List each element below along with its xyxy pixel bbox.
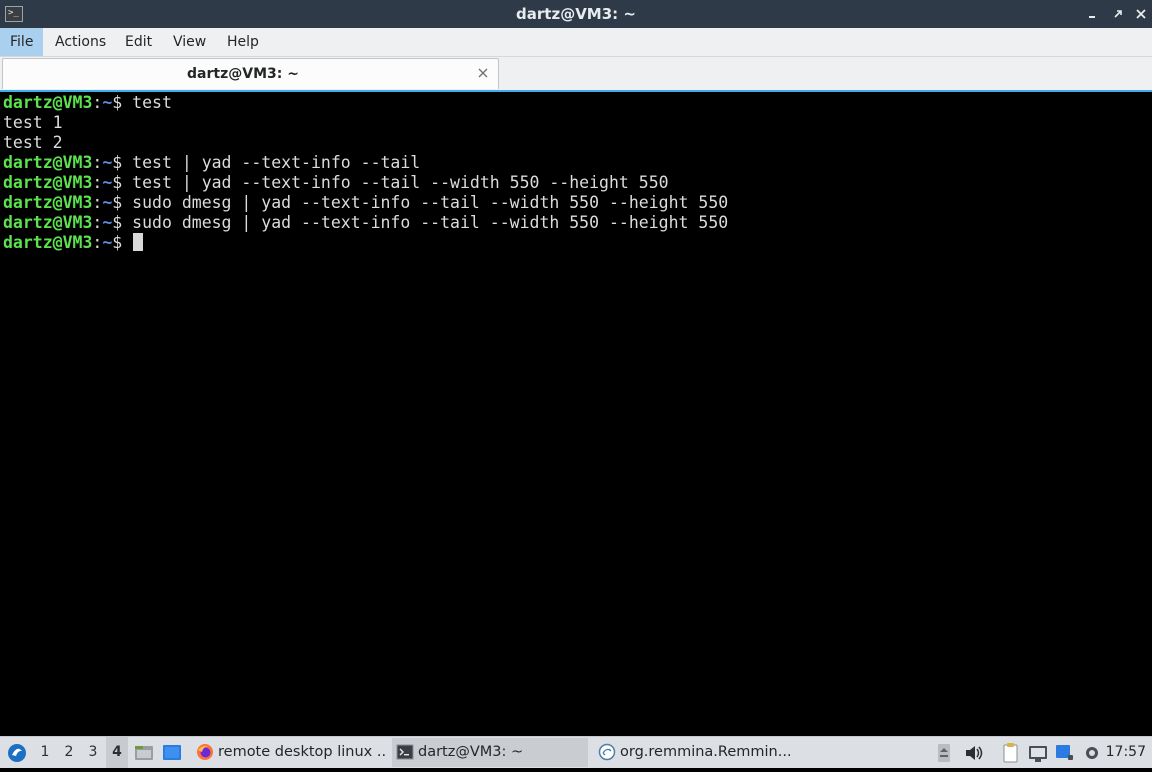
- terminal-command-line: dartz@VM3:~$: [3, 233, 144, 253]
- remmina-icon: [598, 743, 616, 761]
- prompt-separator: :: [92, 233, 103, 252]
- task-terminal[interactable]: dartz@VM3: ~: [392, 738, 588, 767]
- prompt-user: dartz@VM3: [3, 233, 93, 252]
- workspace-4[interactable]: 4: [106, 737, 128, 768]
- power-icon[interactable]: [1082, 737, 1102, 768]
- prompt-path: ~: [102, 213, 113, 232]
- close-window-icon[interactable]: [1133, 6, 1149, 22]
- window-title: dartz@VM3: ~: [516, 5, 636, 23]
- workspace-1[interactable]: 1: [34, 737, 56, 768]
- prompt-symbol: $: [112, 173, 133, 192]
- workspace-3[interactable]: 3: [82, 737, 104, 768]
- terminal-command-line: dartz@VM3:~$ sudo dmesg | yad --text-inf…: [3, 193, 728, 213]
- menu-actions[interactable]: Actions: [45, 28, 116, 56]
- prompt-separator: :: [92, 93, 103, 112]
- prompt-path: ~: [102, 93, 113, 112]
- prompt-user: dartz@VM3: [3, 173, 93, 192]
- file-manager-icon[interactable]: [132, 737, 156, 768]
- terminal-command-line: dartz@VM3:~$ sudo dmesg | yad --text-inf…: [3, 213, 728, 233]
- prompt-path: ~: [102, 153, 113, 172]
- network-icon[interactable]: [1026, 737, 1050, 768]
- prompt-user: dartz@VM3: [3, 93, 93, 112]
- prompt-symbol: $: [112, 153, 133, 172]
- task-remmina[interactable]: org.remmina.Remmin...: [594, 738, 790, 767]
- maximize-icon[interactable]: [1110, 6, 1126, 22]
- command-text: sudo dmesg | yad --text-info --tail --wi…: [132, 213, 729, 232]
- menu-view[interactable]: View: [163, 28, 216, 56]
- window-titlebar[interactable]: >_ dartz@VM3: ~: [0, 0, 1152, 28]
- prompt-symbol: $: [112, 233, 133, 252]
- workspace-2[interactable]: 2: [58, 737, 80, 768]
- command-text: test | yad --text-info --tail --width 55…: [132, 173, 669, 192]
- task-label: remote desktop linux ...: [218, 744, 386, 760]
- terminal-output-line: test 1: [3, 113, 63, 133]
- command-text: test: [132, 93, 172, 112]
- tab-terminal[interactable]: dartz@VM3: ~: [2, 58, 499, 89]
- task-firefox[interactable]: remote desktop linux ...: [192, 738, 386, 767]
- tray-up-arrow-icon[interactable]: [934, 737, 954, 768]
- prompt-path: ~: [102, 173, 113, 192]
- close-icon[interactable]: [476, 65, 490, 81]
- notification-icon[interactable]: [1052, 737, 1076, 768]
- prompt-user: dartz@VM3: [3, 193, 93, 212]
- prompt-separator: :: [92, 153, 103, 172]
- command-text: sudo dmesg | yad --text-info --tail --wi…: [132, 193, 729, 212]
- task-label: dartz@VM3: ~: [418, 744, 524, 760]
- menu-edit[interactable]: Edit: [115, 28, 162, 56]
- prompt-path: ~: [102, 233, 113, 252]
- volume-icon[interactable]: [962, 737, 986, 768]
- show-desktop-icon[interactable]: [160, 737, 184, 768]
- prompt-user: dartz@VM3: [3, 153, 93, 172]
- output-text: test 1: [3, 113, 63, 132]
- tab-label: dartz@VM3: ~: [187, 66, 299, 82]
- terminal-icon: [396, 744, 414, 760]
- minimize-icon[interactable]: [1084, 6, 1100, 22]
- taskbar: 1 2 3 4 remote desktop linux ... dartz@V…: [0, 736, 1152, 768]
- command-text: test | yad --text-info --tail: [132, 153, 421, 172]
- terminal-command-line: dartz@VM3:~$ test | yad --text-info --ta…: [3, 153, 420, 173]
- menu-bar: File Actions Edit View Help: [0, 28, 1152, 57]
- firefox-icon: [197, 744, 213, 760]
- prompt-separator: :: [92, 213, 103, 232]
- terminal-command-line: dartz@VM3:~$ test: [3, 93, 172, 113]
- tab-bar: dartz@VM3: ~: [0, 57, 1152, 91]
- menu-help[interactable]: Help: [217, 28, 269, 56]
- terminal-output-line: test 2: [3, 133, 63, 153]
- terminal-area[interactable]: dartz@VM3:~$ test test 1 test 2 dartz@VM3:~…: [0, 92, 1152, 736]
- prompt-symbol: $: [112, 93, 133, 112]
- prompt-user: dartz@VM3: [3, 213, 93, 232]
- prompt-path: ~: [102, 193, 113, 212]
- text-cursor: [133, 233, 144, 251]
- clipboard-icon[interactable]: [998, 737, 1022, 768]
- app-menu-icon[interactable]: [4, 737, 30, 768]
- menu-file[interactable]: File: [0, 28, 44, 56]
- terminal-command-line: dartz@VM3:~$ test | yad --text-info --ta…: [3, 173, 669, 193]
- output-text: test 2: [3, 133, 63, 152]
- prompt-symbol: $: [112, 213, 133, 232]
- terminal-app-icon[interactable]: >_: [5, 6, 23, 22]
- clock[interactable]: 17:57: [1106, 737, 1146, 768]
- prompt-symbol: $: [112, 193, 133, 212]
- prompt-separator: :: [92, 173, 103, 192]
- task-label: org.remmina.Remmin...: [620, 744, 790, 760]
- prompt-separator: :: [92, 193, 103, 212]
